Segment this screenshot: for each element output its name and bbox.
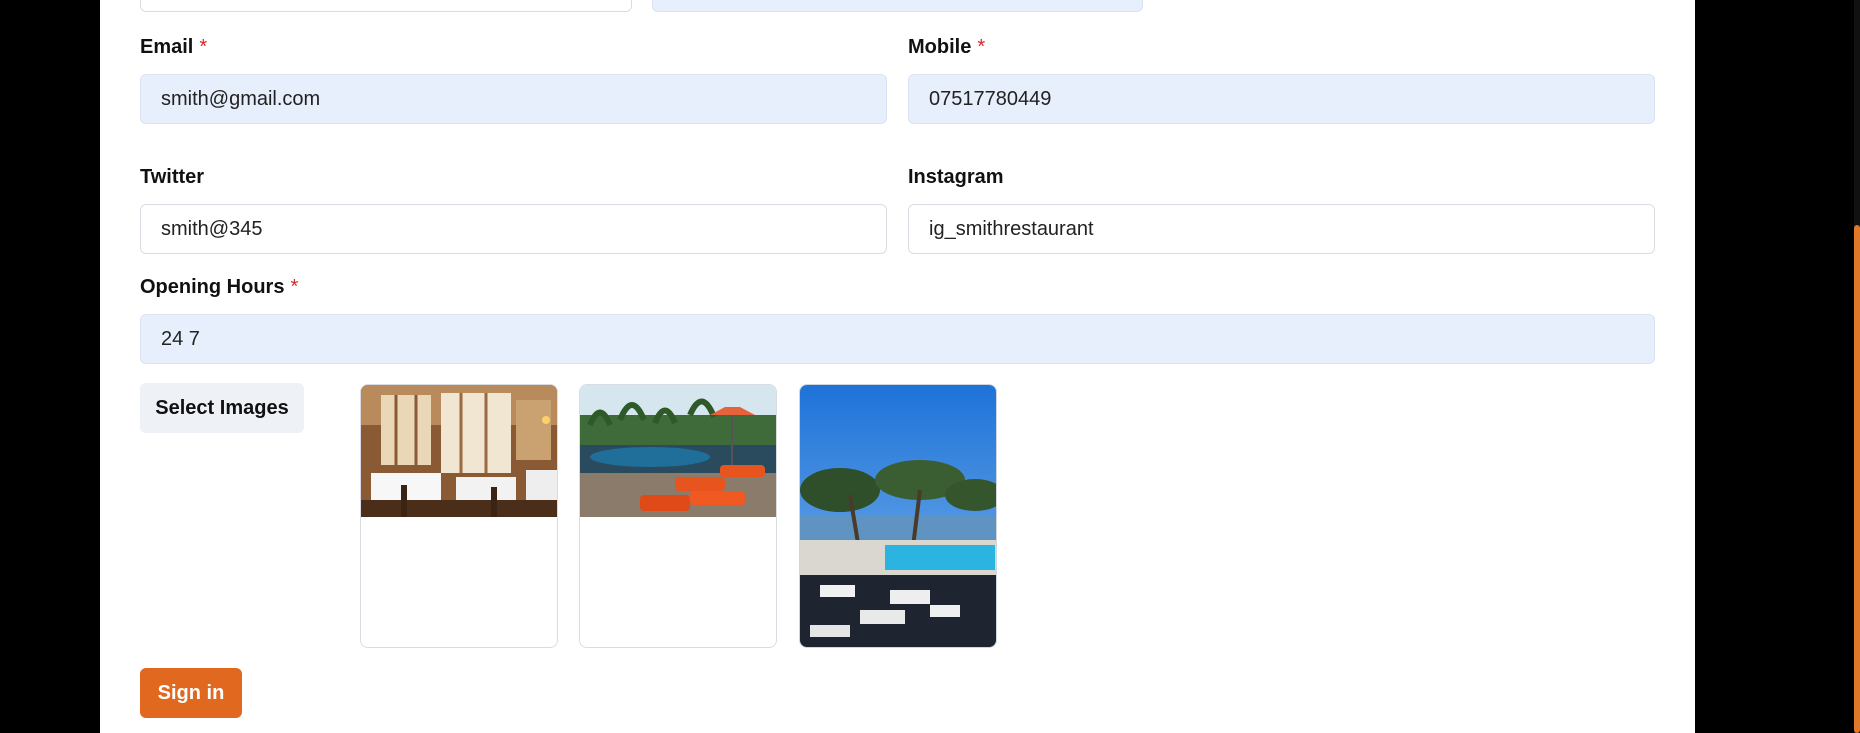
restaurant-interior-image [361,385,557,517]
opening-hours-label-text: Opening Hours [140,276,285,298]
email-label-text: Email [140,36,194,58]
scrollbar-thumb[interactable] [1854,225,1860,733]
email-label: Email * [140,36,207,59]
mobile-label: Mobile * [908,36,985,59]
required-mark: * [290,276,299,298]
instagram-label: Instagram [908,166,1004,189]
image-card[interactable] [360,384,558,648]
twitter-label: Twitter [140,166,204,189]
previous-field-input[interactable] [140,0,632,12]
previous-field-input-2[interactable] [652,0,1143,12]
mobile-label-text: Mobile [908,36,972,58]
instagram-label-text: Instagram [908,166,1004,188]
twitter-field[interactable]: smith@345 [140,204,887,254]
mobile-field[interactable]: 07517780449 [908,74,1655,124]
left-backdrop [0,0,100,733]
right-backdrop [1695,0,1860,733]
required-mark: * [199,36,208,58]
sign-in-button[interactable]: Sign in [140,668,242,718]
image-card[interactable] [579,384,777,648]
twitter-label-text: Twitter [140,166,205,188]
image-card[interactable] [799,384,997,648]
email-field[interactable]: smith@gmail.com [140,74,887,124]
required-mark: * [977,36,986,58]
opening-hours-field[interactable]: 24 7 [140,314,1655,364]
opening-hours-label: Opening Hours * [140,276,298,299]
seaside-pool-terrace-image [800,385,996,647]
select-images-button[interactable]: Select Images [140,383,304,433]
instagram-field[interactable]: ig_smithrestaurant [908,204,1655,254]
poolside-loungers-image [580,385,776,517]
